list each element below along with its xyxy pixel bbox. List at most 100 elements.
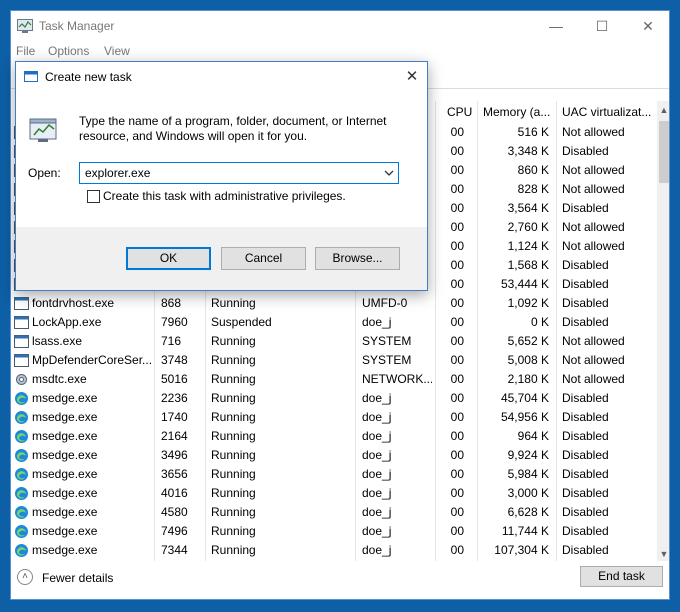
cpu-cell: 00 xyxy=(450,543,464,557)
status-cell: Suspended xyxy=(211,315,272,329)
table-row[interactable]: msedge.exe 7344 Running doe_j 00 107,304 K Dis… xyxy=(11,541,657,560)
table-row[interactable]: msedge.exe 4580 Running doe_j 00 6,628 K Disab… xyxy=(11,503,657,522)
table-row[interactable]: MpDefenderCoreSer... 3748 Running SYSTEM 00 5… xyxy=(11,351,657,370)
uac-cell: Not allowed xyxy=(562,372,625,386)
table-row[interactable]: msedge.exe 2164 Running doe_j 00 964 K Disable… xyxy=(11,427,657,446)
user-name-cell: UMFD-0 xyxy=(362,296,408,310)
close-button[interactable]: ✕ xyxy=(625,11,669,42)
vertical-scrollbar[interactable]: ▲ ▼ xyxy=(657,101,669,561)
admin-privileges-label[interactable]: Create this task with administrative pri… xyxy=(103,189,346,203)
scroll-down-icon[interactable]: ▼ xyxy=(657,547,669,561)
pid-cell: 3656 xyxy=(161,467,188,481)
user-name-cell: doe_j xyxy=(362,505,392,519)
memory-cell: 1,568 K xyxy=(507,258,549,272)
table-row[interactable]: fontdrvhost.exe 868 Running UMFD-0 00 1,092 K… xyxy=(11,294,657,313)
column-header-cpu[interactable]: CPU xyxy=(447,101,481,123)
table-row[interactable]: msdtc.exe 5016 Running NETWORK... 00 2,180 K N… xyxy=(11,370,657,389)
cpu-cell: 00 xyxy=(450,486,464,500)
app-icon xyxy=(14,335,29,348)
uac-cell: Disabled xyxy=(562,429,609,443)
cpu-cell: 00 xyxy=(450,144,464,158)
dialog-button-bar: OK Cancel Browse... xyxy=(16,227,427,290)
uac-cell: Disabled xyxy=(562,543,609,557)
scroll-up-icon[interactable]: ▲ xyxy=(657,103,669,117)
table-row[interactable]: msedge.exe 3496 Running doe_j 00 9,924 K Disab… xyxy=(11,446,657,465)
pid-cell: 3496 xyxy=(161,448,188,462)
status-cell: Running xyxy=(211,429,256,443)
user-name-cell: doe_j xyxy=(362,467,392,481)
memory-cell: 5,984 K xyxy=(507,467,549,481)
memory-cell: 6,628 K xyxy=(507,505,549,519)
end-task-button[interactable]: End task xyxy=(580,566,663,587)
pid-cell: 4580 xyxy=(161,505,188,519)
scrollbar-thumb[interactable] xyxy=(659,121,669,183)
process-name-cell: msedge.exe xyxy=(32,410,98,424)
cpu-cell: 00 xyxy=(450,505,464,519)
status-cell: Running xyxy=(211,543,256,557)
open-label: Open: xyxy=(28,166,61,180)
cpu-cell: 00 xyxy=(450,277,464,291)
memory-cell: 3,564 K xyxy=(507,201,549,215)
column-header-memory[interactable]: Memory (a... xyxy=(483,101,555,123)
edge-icon xyxy=(15,487,28,500)
edge-icon xyxy=(15,468,28,481)
title-bar: Task Manager — ☐ ✕ xyxy=(11,11,669,42)
memory-cell: 1,092 K xyxy=(507,296,549,310)
ok-button[interactable]: OK xyxy=(126,247,211,270)
edge-icon xyxy=(15,411,28,424)
table-row[interactable]: msedge.exe 3656 Running doe_j 00 5,984 K Disab… xyxy=(11,465,657,484)
open-input[interactable]: explorer.exe xyxy=(85,166,150,180)
menu-view[interactable]: View xyxy=(104,44,130,58)
table-row[interactable]: LockApp.exe 7960 Suspended doe_j 00 0 K Disabl… xyxy=(11,313,657,332)
cpu-cell: 00 xyxy=(450,163,464,177)
edge-icon xyxy=(15,525,28,538)
pid-cell: 7960 xyxy=(161,315,188,329)
status-cell: Running xyxy=(211,334,256,348)
uac-cell: Disabled xyxy=(562,315,609,329)
uac-cell: Not allowed xyxy=(562,334,625,348)
cpu-cell: 00 xyxy=(450,315,464,329)
browse-button[interactable]: Browse... xyxy=(315,247,400,270)
cancel-button[interactable]: Cancel xyxy=(221,247,306,270)
dialog-title: Create new task xyxy=(45,70,132,84)
table-row[interactable]: lsass.exe 716 Running SYSTEM 00 5,652 K Not al… xyxy=(11,332,657,351)
cpu-cell: 00 xyxy=(450,429,464,443)
user-name-cell: doe_j xyxy=(362,410,392,424)
status-cell: Running xyxy=(211,467,256,481)
user-name-cell: doe_j xyxy=(362,524,392,538)
uac-cell: Not allowed xyxy=(562,125,625,139)
table-row[interactable]: msedge.exe 7496 Running doe_j 00 11,744 K Disa… xyxy=(11,522,657,541)
window-title: Task Manager xyxy=(39,19,115,33)
process-name-cell: msedge.exe xyxy=(32,448,98,462)
uac-cell: Disabled xyxy=(562,144,609,158)
uac-cell: Disabled xyxy=(562,277,609,291)
create-new-task-dialog: Create new task ✕ Type the name of a pro… xyxy=(15,61,428,291)
user-name-cell: doe_j xyxy=(362,486,392,500)
pid-cell: 4016 xyxy=(161,486,188,500)
user-name-cell: doe_j xyxy=(362,543,392,557)
table-row[interactable]: msedge.exe 1740 Running doe_j 00 54,956 K Disa… xyxy=(11,408,657,427)
cpu-cell: 00 xyxy=(450,296,464,310)
memory-cell: 3,348 K xyxy=(507,144,549,158)
admin-privileges-checkbox[interactable] xyxy=(87,190,100,203)
fewer-details-link[interactable]: Fewer details xyxy=(42,571,113,585)
menu-file[interactable]: File xyxy=(16,44,35,58)
open-combobox[interactable]: explorer.exe xyxy=(79,162,399,184)
memory-cell: 1,124 K xyxy=(507,239,549,253)
uac-cell: Not allowed xyxy=(562,239,625,253)
table-row[interactable]: msedge.exe 2236 Running doe_j 00 45,704 K Disa… xyxy=(11,389,657,408)
status-cell: Running xyxy=(211,391,256,405)
memory-cell: 54,956 K xyxy=(500,410,549,424)
user-name-cell: SYSTEM xyxy=(362,334,412,348)
uac-cell: Not allowed xyxy=(562,220,625,234)
chevron-down-icon[interactable] xyxy=(384,168,394,178)
table-row[interactable]: msedge.exe 4016 Running doe_j 00 3,000 K Disab… xyxy=(11,484,657,503)
maximize-button[interactable]: ☐ xyxy=(579,11,625,42)
memory-cell: 9,924 K xyxy=(507,448,549,462)
minimize-button[interactable]: — xyxy=(533,11,579,42)
dialog-close-button[interactable]: ✕ xyxy=(400,66,424,88)
uac-cell: Not allowed xyxy=(562,353,625,367)
column-header-uac[interactable]: UAC virtualizat... xyxy=(562,101,654,123)
chevron-up-icon[interactable]: ˄ xyxy=(17,569,33,585)
menu-options[interactable]: Options xyxy=(48,44,89,58)
